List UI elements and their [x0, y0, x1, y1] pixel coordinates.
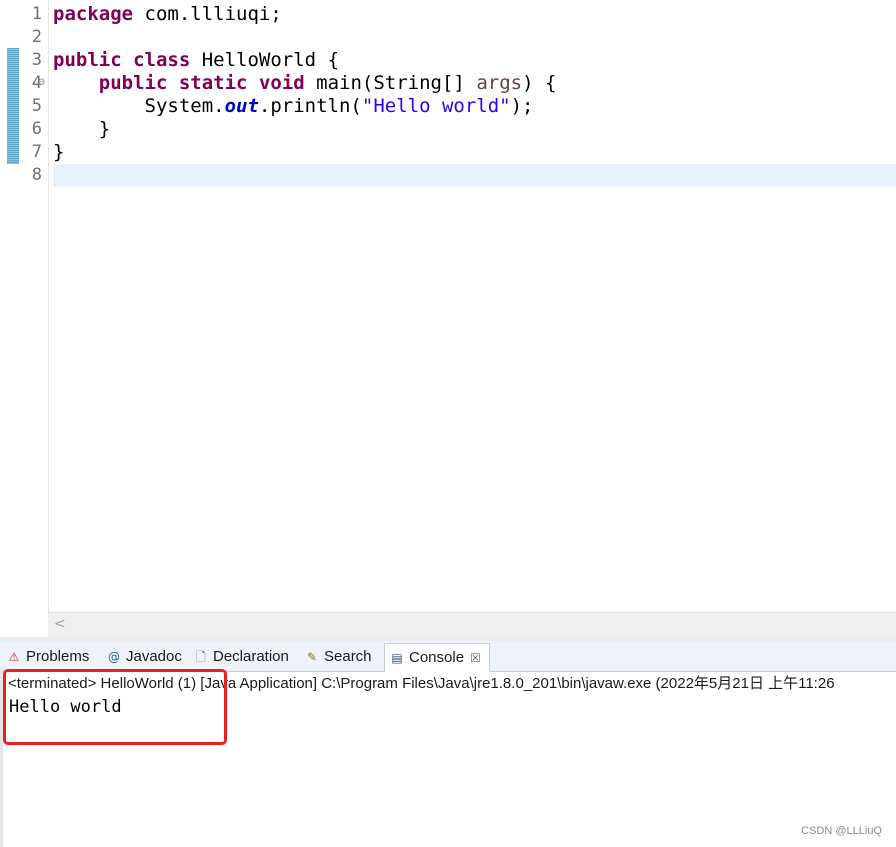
field-token: out: [224, 95, 259, 117]
code-token: );: [510, 95, 534, 117]
keyword-token: public: [98, 72, 168, 94]
code-area[interactable]: package com.llliuqi; public class HelloWo…: [53, 0, 896, 612]
declaration-icon: 🗋: [196, 650, 206, 664]
panel-tab-bar: ⚠ Problems @ Javadoc 🗋 Declaration ✎ Search ▤ Con…: [0, 641, 896, 672]
line-number: 8: [31, 165, 42, 185]
bottom-panel: ⚠ Problems @ Javadoc 🗋 Declaration ✎ Search ▤ Con…: [0, 641, 896, 847]
fold-toggle-icon[interactable]: ⊖: [37, 78, 45, 88]
line-number: 3: [31, 50, 42, 70]
code-line[interactable]: package com.llliuqi;: [53, 3, 282, 26]
code-line[interactable]: System.out.println("Hello world");: [53, 95, 534, 118]
tab-problems[interactable]: ⚠ Problems: [6, 643, 90, 671]
code-token: }: [53, 118, 111, 140]
keyword-token: static: [178, 72, 248, 94]
tab-label: Javadoc: [126, 648, 182, 665]
keyword-token: public: [53, 49, 122, 71]
line-number: 5: [31, 96, 42, 116]
flashlight-icon: ✎: [306, 650, 318, 664]
parameter-token: args: [476, 72, 523, 94]
watermark: CSDN @LLLiuQ: [801, 825, 882, 837]
highlight-box: [3, 669, 227, 745]
keyword-token: package: [53, 3, 134, 25]
gutter-separator: [48, 0, 49, 612]
code-token: HelloWorld {: [190, 49, 340, 71]
horizontal-scrollbar[interactable]: <: [48, 612, 896, 637]
code-line[interactable]: public static void main(String[] args) {: [53, 72, 557, 95]
code-token: System.: [53, 95, 225, 117]
code-token: .println(: [258, 95, 362, 117]
keyword-token: void: [258, 72, 305, 94]
line-number: 2: [31, 27, 42, 47]
code-token: main(String[]: [304, 72, 477, 94]
line-number-gutter: 1 2 3 4 5 6 7 8: [20, 0, 48, 612]
code-token: ) {: [522, 72, 557, 94]
code-line[interactable]: }: [53, 141, 64, 164]
line-number: 6: [31, 119, 42, 139]
tab-declaration[interactable]: 🗋 Declaration: [193, 643, 289, 671]
code-line[interactable]: public class HelloWorld {: [53, 49, 339, 72]
code-token: }: [53, 141, 65, 163]
tab-javadoc[interactable]: @ Javadoc: [106, 643, 182, 671]
code-line[interactable]: }: [53, 118, 110, 141]
tab-label: Declaration: [213, 648, 289, 665]
tab-search[interactable]: ✎ Search: [304, 643, 372, 671]
problems-icon: ⚠: [8, 650, 20, 664]
console-icon: ▤: [391, 650, 403, 665]
close-icon[interactable]: ☒: [470, 652, 481, 664]
code-token: com.llliuqi;: [133, 3, 282, 25]
string-token: "Hello world": [361, 95, 511, 117]
code-editor[interactable]: 1 2 3 4 5 6 7 8 ⊖ package com.llliuqi; public cl…: [0, 0, 896, 637]
tab-console[interactable]: ▤ Console ☒: [384, 643, 490, 672]
tab-label: Console: [409, 648, 465, 666]
tab-label: Search: [324, 648, 372, 665]
keyword-token: class: [133, 49, 191, 71]
line-number: 7: [31, 142, 42, 162]
scroll-left-arrow-icon[interactable]: <: [54, 616, 66, 632]
at-icon: @: [108, 650, 120, 664]
line-number: 4: [31, 73, 42, 93]
tab-label: Problems: [26, 648, 90, 665]
line-number: 1: [31, 4, 42, 24]
